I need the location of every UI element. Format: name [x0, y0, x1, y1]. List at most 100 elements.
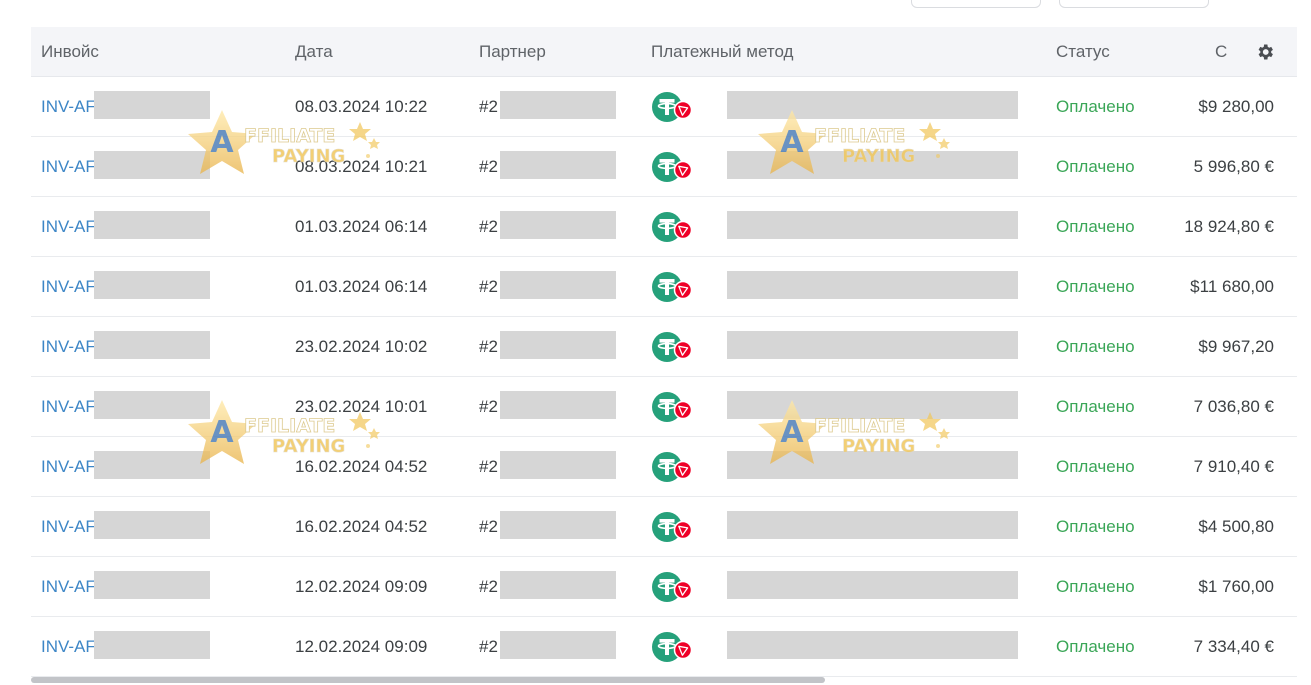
- redacted-invoice-id: [94, 271, 210, 299]
- redacted-wallet-address: [727, 271, 1018, 299]
- table-row[interactable]: INV-AF 08.03.2024 10:22 #2 Оплачено $9 2…: [31, 77, 1297, 137]
- row-amount: $9 967,20: [1198, 337, 1274, 356]
- top-toolbar: [911, 0, 1311, 8]
- usdt-tron-icon: [651, 391, 695, 423]
- usdt-tron-icon: [651, 91, 695, 123]
- invoice-link[interactable]: INV-AF: [41, 377, 96, 436]
- usdt-tron-icon: [651, 211, 695, 243]
- table-header: Инвойс Дата Партнер Платежный метод Стат…: [31, 27, 1297, 77]
- invoice-link[interactable]: INV-AF: [41, 197, 96, 256]
- row-amount: 5 996,80 €: [1193, 157, 1274, 176]
- header-date[interactable]: Дата: [295, 27, 333, 77]
- redacted-wallet-address: [727, 91, 1018, 119]
- redacted-invoice-id: [94, 91, 210, 119]
- scrollbar-thumb[interactable]: [31, 677, 825, 683]
- usdt-tron-icon: [651, 511, 695, 543]
- redacted-invoice-id: [94, 391, 210, 419]
- table-row[interactable]: INV-AF 01.03.2024 06:14 #2 Оплачено 18 9…: [31, 197, 1297, 257]
- invoice-link[interactable]: INV-AF: [41, 617, 96, 676]
- status-badge: Оплачено: [1056, 517, 1135, 536]
- row-date: 23.02.2024 10:01: [295, 397, 428, 416]
- table-row[interactable]: INV-AF 08.03.2024 10:21 #2 Оплачено 5 99…: [31, 137, 1297, 197]
- row-date: 16.02.2024 04:52: [295, 457, 428, 476]
- redacted-wallet-address: [727, 571, 1018, 599]
- header-status[interactable]: Статус: [1056, 27, 1110, 77]
- redacted-partner-id: [500, 571, 616, 599]
- row-partner: #2: [479, 457, 498, 476]
- status-badge: Оплачено: [1056, 577, 1135, 596]
- usdt-tron-icon: [651, 271, 695, 303]
- status-badge: Оплачено: [1056, 157, 1135, 176]
- redacted-partner-id: [500, 91, 616, 119]
- row-amount: $1 760,00: [1198, 577, 1274, 596]
- redacted-invoice-id: [94, 571, 210, 599]
- redacted-wallet-address: [727, 331, 1018, 359]
- redacted-invoice-id: [94, 331, 210, 359]
- row-amount: $11 680,00: [1190, 277, 1274, 296]
- status-badge: Оплачено: [1056, 97, 1135, 116]
- row-amount: $9 280,00: [1198, 97, 1274, 116]
- row-partner: #2: [479, 97, 498, 116]
- row-date: 08.03.2024 10:21: [295, 157, 428, 176]
- table-row[interactable]: INV-AF 23.02.2024 10:02 #2 Оплачено $9 9…: [31, 317, 1297, 377]
- invoice-link[interactable]: INV-AF: [41, 317, 96, 376]
- row-amount: 7 334,40 €: [1193, 637, 1274, 656]
- invoice-link[interactable]: INV-AF: [41, 77, 96, 136]
- redacted-partner-id: [500, 631, 616, 659]
- redacted-partner-id: [500, 391, 616, 419]
- table-body: INV-AF 08.03.2024 10:22 #2 Оплачено $9 2…: [31, 77, 1297, 677]
- horizontal-scrollbar[interactable]: [31, 677, 1297, 683]
- row-date: 23.02.2024 10:02: [295, 337, 428, 356]
- redacted-partner-id: [500, 211, 616, 239]
- invoice-link[interactable]: INV-AF: [41, 137, 96, 196]
- usdt-tron-icon: [651, 631, 695, 663]
- status-badge: Оплачено: [1056, 637, 1135, 656]
- row-partner: #2: [479, 217, 498, 236]
- redacted-invoice-id: [94, 151, 210, 179]
- header-payment-method[interactable]: Платежный метод: [651, 27, 793, 77]
- redacted-partner-id: [500, 511, 616, 539]
- usdt-tron-icon: [651, 331, 695, 363]
- table-row[interactable]: INV-AF 16.02.2024 04:52 #2 Оплачено 7 91…: [31, 437, 1297, 497]
- redacted-partner-id: [500, 151, 616, 179]
- header-partner[interactable]: Партнер: [479, 27, 546, 77]
- status-badge: Оплачено: [1056, 457, 1135, 476]
- toolbar-button-left[interactable]: [911, 0, 1041, 8]
- row-partner: #2: [479, 517, 498, 536]
- redacted-wallet-address: [727, 631, 1018, 659]
- usdt-tron-icon: [651, 451, 695, 483]
- status-badge: Оплачено: [1056, 397, 1135, 416]
- row-date: 12.02.2024 09:09: [295, 637, 428, 656]
- table-row[interactable]: INV-AF 23.02.2024 10:01 #2 Оплачено 7 03…: [31, 377, 1297, 437]
- redacted-invoice-id: [94, 211, 210, 239]
- row-date: 12.02.2024 09:09: [295, 577, 428, 596]
- redacted-wallet-address: [727, 511, 1018, 539]
- header-invoice[interactable]: Инвойс: [41, 27, 99, 77]
- row-date: 16.02.2024 04:52: [295, 517, 428, 536]
- invoice-link[interactable]: INV-AF: [41, 497, 96, 556]
- header-amount[interactable]: С: [1215, 27, 1227, 77]
- invoice-link[interactable]: INV-AF: [41, 557, 96, 616]
- table-row[interactable]: INV-AF 01.03.2024 06:14 #2 Оплачено $11 …: [31, 257, 1297, 317]
- row-amount: 18 924,80 €: [1184, 217, 1274, 236]
- row-amount: 7 036,80 €: [1193, 397, 1274, 416]
- table-row[interactable]: INV-AF 16.02.2024 04:52 #2 Оплачено $4 5…: [31, 497, 1297, 557]
- gear-icon[interactable]: [1255, 42, 1275, 62]
- row-date: 08.03.2024 10:22: [295, 97, 428, 116]
- redacted-wallet-address: [727, 151, 1018, 179]
- redacted-wallet-address: [727, 391, 1018, 419]
- table-row[interactable]: INV-AF 12.02.2024 09:09 #2 Оплачено 7 33…: [31, 617, 1297, 677]
- invoice-link[interactable]: INV-AF: [41, 437, 96, 496]
- row-partner: #2: [479, 577, 498, 596]
- status-badge: Оплачено: [1056, 217, 1135, 236]
- redacted-partner-id: [500, 271, 616, 299]
- row-date: 01.03.2024 06:14: [295, 217, 428, 236]
- invoice-link[interactable]: INV-AF: [41, 257, 96, 316]
- toolbar-button-right[interactable]: [1059, 0, 1209, 8]
- status-badge: Оплачено: [1056, 277, 1135, 296]
- status-badge: Оплачено: [1056, 337, 1135, 356]
- redacted-partner-id: [500, 451, 616, 479]
- row-partner: #2: [479, 157, 498, 176]
- table-row[interactable]: INV-AF 12.02.2024 09:09 #2 Оплачено $1 7…: [31, 557, 1297, 617]
- row-partner: #2: [479, 277, 498, 296]
